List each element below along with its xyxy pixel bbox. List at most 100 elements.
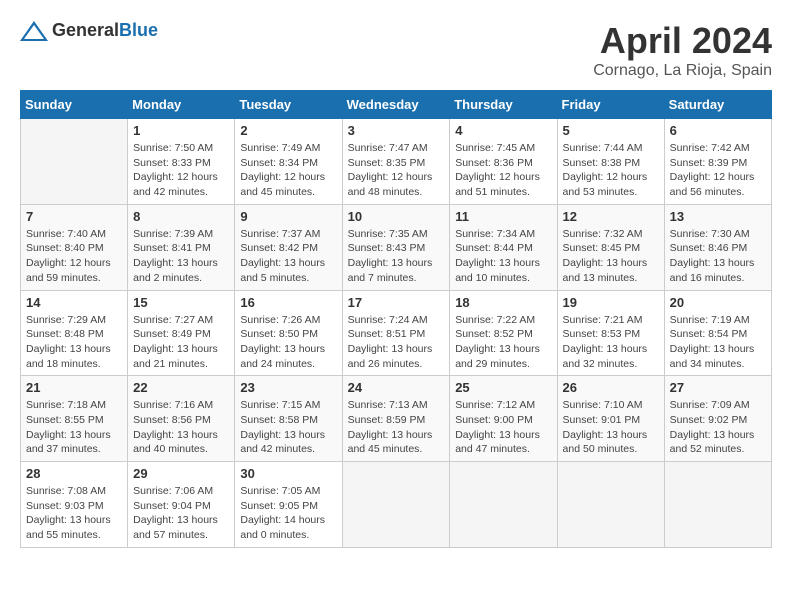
calendar-day-cell: 2 Sunrise: 7:49 AM Sunset: 8:34 PM Daylig… [235, 119, 342, 205]
day-info: Sunrise: 7:30 AM Sunset: 8:46 PM Dayligh… [670, 227, 766, 286]
calendar-day-cell [450, 462, 557, 548]
day-number: 28 [26, 466, 122, 481]
weekday-header-cell: Wednesday [342, 91, 450, 119]
day-info: Sunrise: 7:06 AM Sunset: 9:04 PM Dayligh… [133, 484, 229, 543]
calendar-day-cell: 1 Sunrise: 7:50 AM Sunset: 8:33 PM Daylig… [128, 119, 235, 205]
day-info: Sunrise: 7:22 AM Sunset: 8:52 PM Dayligh… [455, 313, 551, 372]
day-number: 30 [240, 466, 336, 481]
day-info: Sunrise: 7:42 AM Sunset: 8:39 PM Dayligh… [670, 141, 766, 200]
day-info: Sunrise: 7:40 AM Sunset: 8:40 PM Dayligh… [26, 227, 122, 286]
day-number: 17 [348, 295, 445, 310]
calendar-day-cell: 25 Sunrise: 7:12 AM Sunset: 9:00 PM Dayli… [450, 376, 557, 462]
calendar-day-cell: 13 Sunrise: 7:30 AM Sunset: 8:46 PM Dayli… [664, 204, 771, 290]
day-info: Sunrise: 7:18 AM Sunset: 8:55 PM Dayligh… [26, 398, 122, 457]
day-number: 6 [670, 123, 766, 138]
day-info: Sunrise: 7:08 AM Sunset: 9:03 PM Dayligh… [26, 484, 122, 543]
weekday-header-row: SundayMondayTuesdayWednesdayThursdayFrid… [21, 91, 772, 119]
month-title: April 2024 [593, 20, 772, 62]
calendar-day-cell: 10 Sunrise: 7:35 AM Sunset: 8:43 PM Dayli… [342, 204, 450, 290]
day-number: 29 [133, 466, 229, 481]
calendar-day-cell: 11Sunrise: 7:34 AM Sunset: 8:44 PM Dayli… [450, 204, 557, 290]
day-number: 8 [133, 209, 229, 224]
day-info: Sunrise: 7:16 AM Sunset: 8:56 PM Dayligh… [133, 398, 229, 457]
calendar-day-cell: 16 Sunrise: 7:26 AM Sunset: 8:50 PM Dayli… [235, 290, 342, 376]
calendar-table: SundayMondayTuesdayWednesdayThursdayFrid… [20, 90, 772, 548]
day-number: 24 [348, 380, 445, 395]
day-info: Sunrise: 7:12 AM Sunset: 9:00 PM Dayligh… [455, 398, 551, 457]
calendar-week-row: 21 Sunrise: 7:18 AM Sunset: 8:55 PM Dayli… [21, 376, 772, 462]
day-info: Sunrise: 7:27 AM Sunset: 8:49 PM Dayligh… [133, 313, 229, 372]
calendar-day-cell: 12 Sunrise: 7:32 AM Sunset: 8:45 PM Dayli… [557, 204, 664, 290]
logo-blue-text: Blue [119, 20, 158, 40]
day-info: Sunrise: 7:50 AM Sunset: 8:33 PM Dayligh… [133, 141, 229, 200]
day-number: 7 [26, 209, 122, 224]
logo: GeneralBlue [20, 20, 158, 41]
day-number: 18 [455, 295, 551, 310]
day-number: 16 [240, 295, 336, 310]
location-text: Cornago, La Rioja, Spain [593, 62, 772, 80]
day-info: Sunrise: 7:26 AM Sunset: 8:50 PM Dayligh… [240, 313, 336, 372]
day-number: 12 [563, 209, 659, 224]
day-info: Sunrise: 7:47 AM Sunset: 8:35 PM Dayligh… [348, 141, 445, 200]
day-number: 27 [670, 380, 766, 395]
calendar-week-row: 14Sunrise: 7:29 AM Sunset: 8:48 PM Dayli… [21, 290, 772, 376]
calendar-day-cell: 22 Sunrise: 7:16 AM Sunset: 8:56 PM Dayli… [128, 376, 235, 462]
day-info: Sunrise: 7:24 AM Sunset: 8:51 PM Dayligh… [348, 313, 445, 372]
calendar-day-cell: 15 Sunrise: 7:27 AM Sunset: 8:49 PM Dayli… [128, 290, 235, 376]
day-number: 20 [670, 295, 766, 310]
day-number: 15 [133, 295, 229, 310]
day-number: 10 [348, 209, 445, 224]
day-number: 11 [455, 209, 551, 224]
day-number: 25 [455, 380, 551, 395]
day-number: 5 [563, 123, 659, 138]
weekday-header-cell: Sunday [21, 91, 128, 119]
calendar-day-cell: 19Sunrise: 7:21 AM Sunset: 8:53 PM Dayli… [557, 290, 664, 376]
weekday-header-cell: Monday [128, 91, 235, 119]
day-info: Sunrise: 7:15 AM Sunset: 8:58 PM Dayligh… [240, 398, 336, 457]
day-info: Sunrise: 7:49 AM Sunset: 8:34 PM Dayligh… [240, 141, 336, 200]
day-info: Sunrise: 7:21 AM Sunset: 8:53 PM Dayligh… [563, 313, 659, 372]
calendar-day-cell: 14Sunrise: 7:29 AM Sunset: 8:48 PM Dayli… [21, 290, 128, 376]
calendar-week-row: 7 Sunrise: 7:40 AM Sunset: 8:40 PM Daylig… [21, 204, 772, 290]
calendar-day-cell: 23 Sunrise: 7:15 AM Sunset: 8:58 PM Dayli… [235, 376, 342, 462]
day-number: 21 [26, 380, 122, 395]
day-info: Sunrise: 7:45 AM Sunset: 8:36 PM Dayligh… [455, 141, 551, 200]
calendar-week-row: 1 Sunrise: 7:50 AM Sunset: 8:33 PM Daylig… [21, 119, 772, 205]
weekday-header-cell: Thursday [450, 91, 557, 119]
day-info: Sunrise: 7:13 AM Sunset: 8:59 PM Dayligh… [348, 398, 445, 457]
day-info: Sunrise: 7:32 AM Sunset: 8:45 PM Dayligh… [563, 227, 659, 286]
day-number: 2 [240, 123, 336, 138]
day-info: Sunrise: 7:19 AM Sunset: 8:54 PM Dayligh… [670, 313, 766, 372]
day-info: Sunrise: 7:35 AM Sunset: 8:43 PM Dayligh… [348, 227, 445, 286]
day-number: 13 [670, 209, 766, 224]
calendar-day-cell [664, 462, 771, 548]
logo-general-text: General [52, 20, 119, 40]
day-number: 26 [563, 380, 659, 395]
day-number: 9 [240, 209, 336, 224]
calendar-day-cell: 9Sunrise: 7:37 AM Sunset: 8:42 PM Daylig… [235, 204, 342, 290]
calendar-day-cell: 8 Sunrise: 7:39 AM Sunset: 8:41 PM Daylig… [128, 204, 235, 290]
day-info: Sunrise: 7:44 AM Sunset: 8:38 PM Dayligh… [563, 141, 659, 200]
calendar-day-cell: 20 Sunrise: 7:19 AM Sunset: 8:54 PM Dayli… [664, 290, 771, 376]
logo-icon [20, 21, 48, 41]
calendar-day-cell: 18 Sunrise: 7:22 AM Sunset: 8:52 PM Dayli… [450, 290, 557, 376]
page-header: GeneralBlue April 2024 Cornago, La Rioja… [20, 20, 772, 80]
day-info: Sunrise: 7:09 AM Sunset: 9:02 PM Dayligh… [670, 398, 766, 457]
calendar-day-cell: 28 Sunrise: 7:08 AM Sunset: 9:03 PM Dayli… [21, 462, 128, 548]
day-info: Sunrise: 7:10 AM Sunset: 9:01 PM Dayligh… [563, 398, 659, 457]
calendar-day-cell: 4Sunrise: 7:45 AM Sunset: 8:36 PM Daylig… [450, 119, 557, 205]
day-number: 1 [133, 123, 229, 138]
title-area: April 2024 Cornago, La Rioja, Spain [593, 20, 772, 80]
calendar-day-cell: 30Sunrise: 7:05 AM Sunset: 9:05 PM Dayli… [235, 462, 342, 548]
calendar-day-cell: 21 Sunrise: 7:18 AM Sunset: 8:55 PM Dayli… [21, 376, 128, 462]
calendar-day-cell [21, 119, 128, 205]
weekday-header-cell: Friday [557, 91, 664, 119]
calendar-week-row: 28 Sunrise: 7:08 AM Sunset: 9:03 PM Dayli… [21, 462, 772, 548]
day-number: 3 [348, 123, 445, 138]
day-number: 22 [133, 380, 229, 395]
calendar-day-cell: 27 Sunrise: 7:09 AM Sunset: 9:02 PM Dayli… [664, 376, 771, 462]
day-info: Sunrise: 7:39 AM Sunset: 8:41 PM Dayligh… [133, 227, 229, 286]
day-number: 23 [240, 380, 336, 395]
calendar-day-cell: 29 Sunrise: 7:06 AM Sunset: 9:04 PM Dayli… [128, 462, 235, 548]
calendar-day-cell: 5 Sunrise: 7:44 AM Sunset: 8:38 PM Daylig… [557, 119, 664, 205]
